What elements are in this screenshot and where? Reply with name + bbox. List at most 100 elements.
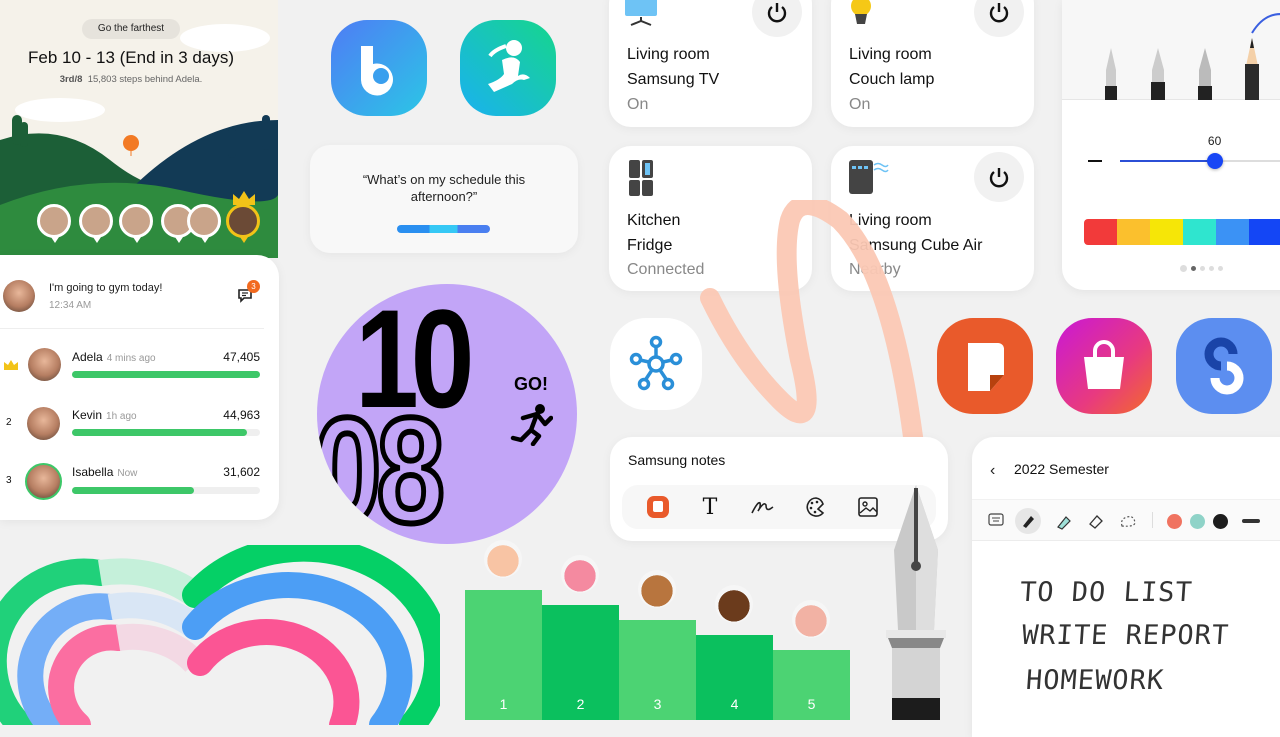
page-dot[interactable] [1200, 266, 1205, 271]
bixby-query-card: “What’s on my schedule this afternoon?” [310, 145, 578, 253]
challenge-status: 3rd/8 15,803 steps behind Adela. [0, 74, 262, 85]
podium-place: 5 [807, 696, 816, 712]
player-avatar[interactable] [792, 600, 830, 638]
device-name: Samsung TV [627, 71, 720, 88]
page-dot[interactable] [1191, 266, 1196, 271]
lasso-icon[interactable] [1118, 511, 1138, 531]
ink-color-swatch[interactable] [1190, 514, 1205, 529]
leader-name: Kevin 1h ago [72, 408, 137, 422]
page-dot[interactable] [1209, 266, 1214, 271]
palette-button[interactable] [804, 495, 828, 519]
device-name: Fridge [627, 237, 673, 254]
smart-switch-app-icon[interactable] [1176, 318, 1272, 414]
device-card-tv[interactable]: Living room Samsung TV On [609, 0, 812, 127]
device-card-lamp[interactable]: Living room Couch lamp On [831, 0, 1034, 127]
page-dot[interactable] [1180, 265, 1187, 272]
watch-face[interactable]: 10 08 GO! [317, 284, 577, 544]
chat-button[interactable]: 3 [237, 280, 260, 308]
status-time: 12:34 AM [49, 300, 92, 311]
size-slider[interactable]: 60 [1120, 134, 1280, 169]
steps-progress [72, 371, 260, 378]
podium-step: 5 [773, 650, 850, 720]
handwriting-button[interactable] [750, 495, 774, 519]
participant-avatar[interactable] [37, 204, 71, 243]
watch-go-label: GO! [514, 374, 548, 394]
device-room: Living room [627, 46, 710, 63]
palette-swatch[interactable] [1183, 219, 1216, 245]
user-avatar[interactable] [3, 280, 35, 312]
samsung-health-app-icon[interactable] [460, 20, 556, 116]
podium-place: 2 [576, 696, 585, 712]
ink-color-swatch[interactable] [1167, 514, 1182, 529]
stroke-width-button[interactable] [1242, 519, 1260, 523]
pen-tool-button[interactable] [1015, 508, 1041, 534]
podium-place: 1 [499, 696, 508, 712]
palette-swatch[interactable] [1249, 219, 1280, 245]
ink-color-swatch[interactable] [1213, 514, 1228, 529]
player-avatar[interactable] [715, 585, 753, 623]
participant-avatar[interactable] [79, 204, 113, 243]
podium-step: 1 [465, 590, 542, 720]
palette-swatch[interactable] [1117, 219, 1150, 245]
ring-pink-right [187, 619, 360, 725]
listening-indicator [397, 225, 490, 233]
tv-icon [625, 0, 657, 26]
slider-handle[interactable] [1206, 153, 1223, 169]
size-value: 60 [1207, 134, 1222, 148]
ink-stroke [1251, 13, 1280, 34]
ring-green-track [97, 558, 203, 606]
color-palette [1084, 219, 1280, 245]
page-dot[interactable] [1218, 266, 1223, 271]
ink-colors [1167, 514, 1228, 529]
challenge-rank: 3rd/8 [59, 74, 83, 85]
pen-icon [1023, 516, 1034, 528]
galaxy-store-app-icon[interactable] [1056, 318, 1152, 414]
samsung-notes-app-icon[interactable] [937, 318, 1033, 414]
eraser-icon[interactable] [1086, 511, 1106, 531]
leader-name: Isabella Now [72, 465, 138, 479]
notes-app-button[interactable] [646, 495, 670, 519]
steps-progress [72, 429, 260, 436]
participant-avatar[interactable] [187, 204, 221, 243]
participant-avatar[interactable] [119, 204, 153, 243]
device-room: Living room [849, 46, 932, 63]
power-button[interactable] [974, 0, 1024, 37]
challenge-type-pill[interactable]: Go the farthest [82, 19, 180, 39]
leader-steps: 47,405 [223, 350, 260, 364]
palette-swatch[interactable] [1216, 219, 1249, 245]
card-title: Samsung notes [628, 452, 726, 468]
handwriting-line: HOMEWORK [1024, 665, 1166, 696]
back-button[interactable]: ‹ [990, 462, 995, 480]
challenge-gap: 15,803 steps behind Adela. [87, 74, 203, 85]
challenge-card[interactable]: Go the farthest Feb 10 - 13 (End in 3 da… [0, 0, 278, 258]
device-room: Kitchen [627, 212, 681, 229]
palette-swatch[interactable] [1084, 219, 1117, 245]
leader-avatar[interactable] [226, 204, 260, 243]
leader-avatar[interactable] [28, 348, 61, 381]
leader-avatar[interactable] [27, 407, 60, 440]
leader-avatar[interactable] [25, 463, 62, 500]
power-button[interactable] [974, 152, 1024, 202]
power-button[interactable] [752, 0, 802, 37]
samsung-health-icon [488, 40, 530, 92]
pen-settings-panel: 60 [1062, 0, 1280, 290]
air-purifier-icon [849, 160, 889, 194]
player-avatar[interactable] [638, 570, 676, 608]
handwriting-line: WRITE REPORT [1020, 620, 1231, 651]
image-button[interactable] [856, 495, 880, 519]
player-avatar[interactable] [561, 555, 599, 593]
podium-chart: 1 2 3 4 5 [465, 540, 855, 720]
player-avatar[interactable] [484, 540, 522, 578]
smart-switch-icon [1204, 337, 1244, 395]
pen-types[interactable] [1092, 8, 1280, 100]
palette-swatch[interactable] [1150, 219, 1183, 245]
power-icon [767, 3, 787, 23]
keyboard-icon[interactable] [988, 513, 1004, 527]
bixby-app-icon[interactable] [331, 20, 427, 116]
leader-steps: 44,963 [223, 408, 260, 422]
highlighter-icon[interactable] [1054, 511, 1074, 531]
watch-minute: 08 [317, 383, 447, 544]
galaxy-store-icon [1084, 340, 1124, 389]
lamp-icon [851, 0, 871, 24]
text-button[interactable]: T [698, 495, 722, 520]
